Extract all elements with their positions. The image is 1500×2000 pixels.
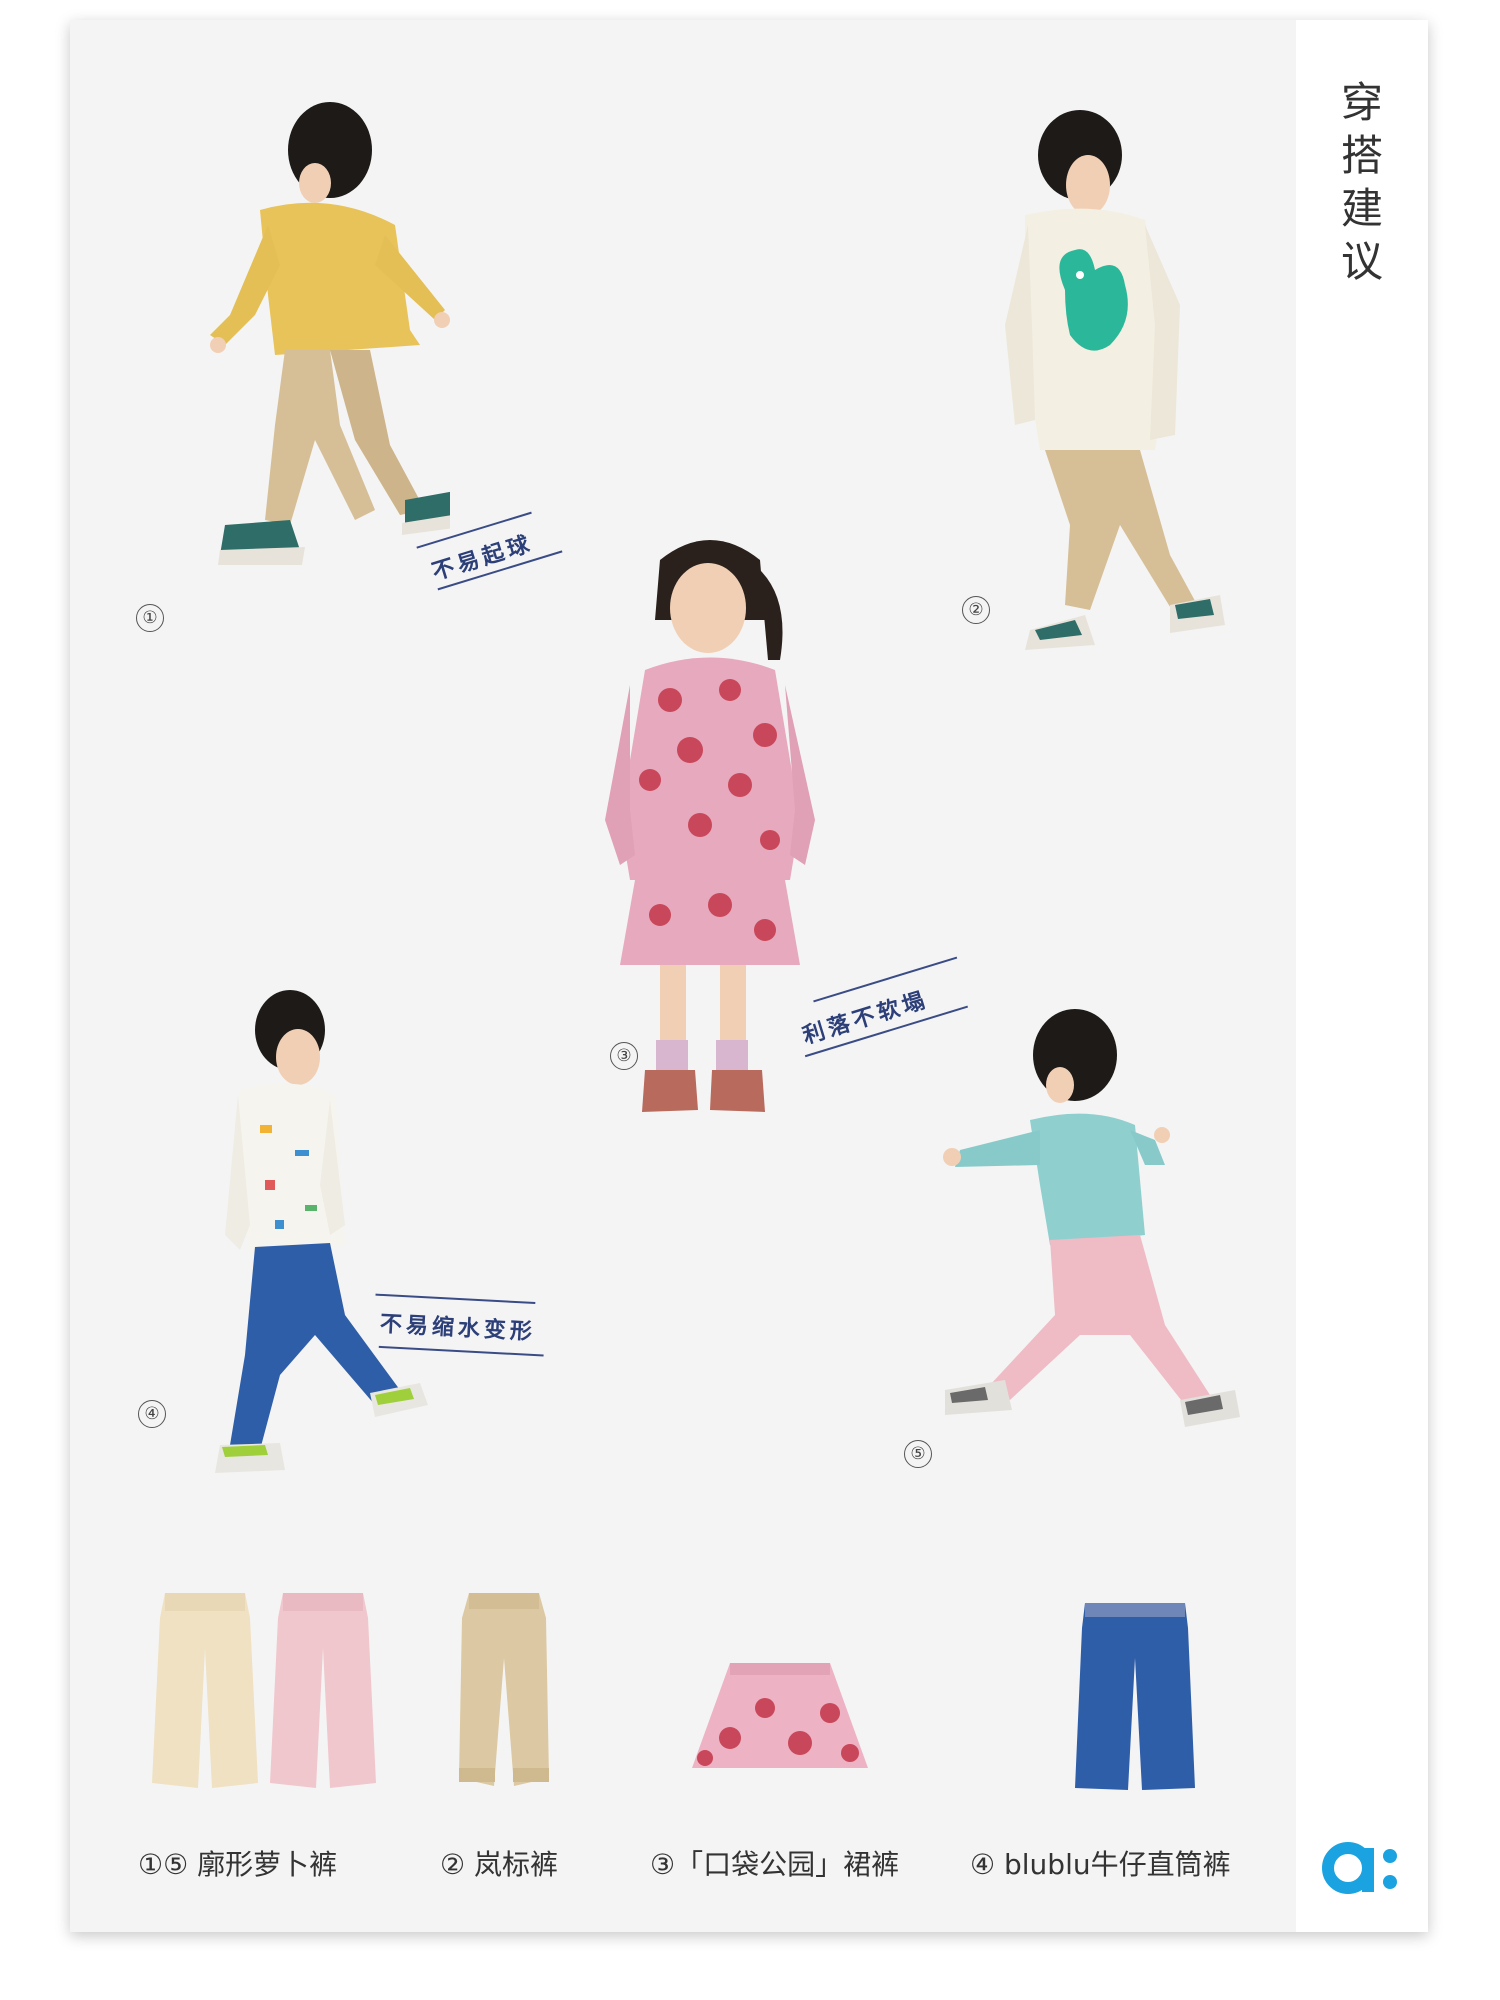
product-pink-tapered-pants (270, 1593, 376, 1788)
model-2-number: ② (962, 596, 990, 624)
content-card: ① 不易起球 ② ③ 利落不软塌 ④ 不易缩水变形 ⑤ ①⑤ 廓形萝卜裤 ② 岚… (70, 20, 1428, 1932)
sidebar-title-char: 议 (1340, 237, 1383, 286)
caption-pocket-park-culottes: ③「口袋公园」裙裤 (650, 1848, 900, 1881)
model-2-figure (1005, 110, 1225, 650)
product-beige-tapered-pants (152, 1593, 258, 1788)
model-1-figure (210, 102, 450, 565)
caption-tapered-pants: ①⑤ 廓形萝卜裤 (138, 1848, 338, 1881)
model-5-number: ⑤ (904, 1440, 932, 1468)
sidebar-title: 穿 搭 建 议 (1296, 76, 1428, 288)
model-3-number: ③ (610, 1042, 638, 1070)
product-khaki-joggers (459, 1593, 549, 1786)
model-5-figure (943, 1009, 1240, 1427)
caption-logo-pants: ② 岚标裤 (440, 1848, 559, 1881)
model-1-number: ① (136, 604, 164, 632)
brand-logo-icon (1322, 1842, 1397, 1894)
model-4-figure (215, 990, 428, 1473)
caption-denim-jeans: ④ blublu牛仔直筒裤 (970, 1848, 1231, 1881)
product-apple-print-culottes (692, 1663, 868, 1768)
product-denim-straight-jeans (1075, 1603, 1195, 1790)
sidebar-title-char: 建 (1340, 184, 1383, 233)
model-4-number: ④ (138, 1400, 166, 1428)
right-sidebar: 穿 搭 建 议 (1296, 20, 1428, 1932)
sidebar-title-char: 搭 (1340, 131, 1383, 180)
sidebar-title-char: 穿 (1340, 78, 1383, 127)
